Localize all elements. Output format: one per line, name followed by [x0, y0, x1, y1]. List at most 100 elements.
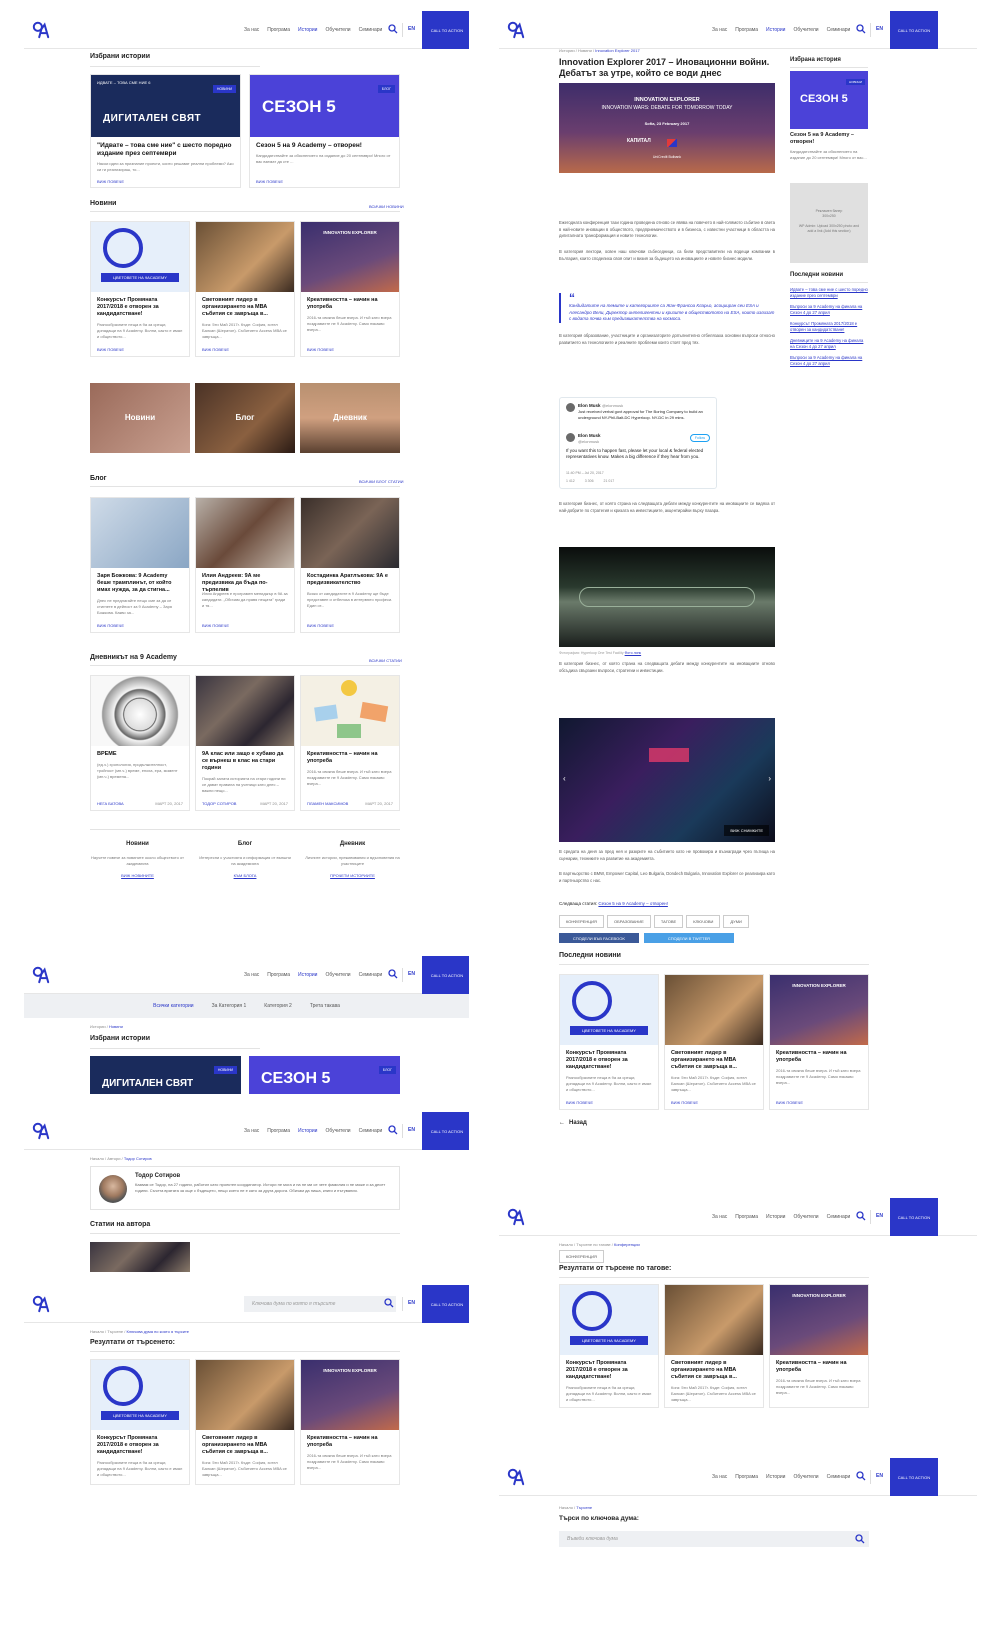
reply-count[interactable]: 1 412 — [566, 479, 575, 483]
nav-item-stories[interactable]: Истории — [298, 972, 317, 978]
breadcrumb-link[interactable]: Начало — [559, 1505, 573, 1510]
nav-item-about[interactable]: За нас — [712, 1474, 727, 1480]
nav-item-seminars[interactable]: Семинари — [359, 972, 383, 978]
search-icon[interactable] — [855, 1534, 865, 1544]
nav-item-about[interactable]: За нас — [244, 1128, 259, 1134]
nav-item-stories[interactable]: Истории — [298, 1128, 317, 1134]
logo-9academy-icon[interactable] — [507, 21, 525, 39]
language-switch[interactable]: EN — [876, 26, 883, 32]
logo-9academy-icon[interactable] — [32, 1295, 50, 1313]
nav-item-trainers[interactable]: Обучители — [793, 1474, 818, 1480]
nav-item-trainers[interactable]: Обучители — [325, 27, 350, 33]
tab-category-2[interactable]: Категория 2 — [264, 1003, 292, 1009]
diary-card[interactable]: 9А клас или защо е хубаво да се върнеш в… — [195, 675, 295, 811]
sidebar-latest-item[interactable]: Идвате – това сме ние с шесто поредно из… — [790, 287, 868, 299]
search-input[interactable]: Ключова дума по която я търсите — [244, 1296, 396, 1312]
nav-item-program[interactable]: Програма — [267, 1128, 290, 1134]
tab-category-1[interactable]: За Категория 1 — [212, 1003, 247, 1009]
read-more-link[interactable]: ВИЖ ПОВЕЧЕ — [307, 347, 334, 352]
nav-item-stories[interactable]: Истории — [766, 27, 785, 33]
next-article-link[interactable]: Сезон 5 на 9 Academy – отворен! — [598, 901, 667, 906]
nav-item-seminars[interactable]: Семинари — [827, 27, 851, 33]
nav-item-program[interactable]: Програма — [735, 1474, 758, 1480]
read-more-link[interactable]: ВИЖ ПОВЕЧЕ — [97, 347, 124, 352]
sidebar-card-title[interactable]: Сезон 5 на 9 Academy – отворен! — [790, 132, 868, 146]
footer-col-link[interactable]: КЪМ БЛОГА — [198, 873, 293, 878]
view-photos-button[interactable]: ВИЖ СНИМКИТЕ — [724, 825, 769, 836]
footer-col-link[interactable]: ВИЖ НОВИНИТЕ — [90, 873, 185, 878]
read-more-link[interactable]: ВИЖ ПОВЕЧЕ — [202, 347, 229, 352]
news-card[interactable]: ЦВЕТОВЕТЕ НА 9ACADEMY Конкурсът Промянат… — [90, 221, 190, 357]
search-icon[interactable] — [856, 1211, 866, 1221]
nav-item-about[interactable]: За нас — [712, 1214, 727, 1220]
like-count[interactable]: 21 017 — [604, 479, 615, 483]
keyword-input[interactable]: Въведи ключова дума — [559, 1531, 869, 1547]
call-to-action-button[interactable]: CALL TO ACTION — [422, 1285, 469, 1323]
author-link[interactable]: НЕГА БАТОВА — [97, 801, 124, 806]
nav-item-seminars[interactable]: Семинари — [827, 1214, 851, 1220]
logo-9academy-icon[interactable] — [32, 21, 50, 39]
logo-9academy-icon[interactable] — [32, 966, 50, 984]
result-card[interactable]: Световният лидер в организирането на МВА… — [664, 1284, 764, 1408]
result-card[interactable]: INNOVATION EXPLORER Креативността – начи… — [769, 1284, 869, 1408]
language-switch[interactable]: EN — [876, 1213, 883, 1219]
embedded-tweet[interactable]: Elon Musk @elonmusk Just received verbal… — [559, 397, 717, 489]
caption-link[interactable]: Фото линк — [625, 651, 641, 655]
call-to-action-button[interactable]: CALL TO ACTION — [422, 11, 469, 49]
breadcrumb-link[interactable]: Начало — [90, 1329, 104, 1334]
prev-arrow-icon[interactable]: ‹ — [563, 774, 566, 783]
blog-card[interactable]: Илия Андреев: 9А ме предизвика да бъда п… — [195, 497, 295, 633]
logo-9academy-icon[interactable] — [32, 1122, 50, 1140]
active-tag[interactable]: КОНФЕРЕНЦИЯ — [559, 1250, 604, 1263]
breadcrumb-link[interactable]: Начало — [90, 1156, 104, 1161]
author-link[interactable]: ТОДОР СОТИРОВ — [202, 801, 236, 806]
blog-card[interactable]: Костадинка Аратлъкова: 9А е предизвикате… — [300, 497, 400, 633]
blog-card[interactable]: Заря Божкова: 9 Academy беше трамплинът,… — [90, 497, 190, 633]
call-to-action-button[interactable]: CALL TO ACTION — [422, 1112, 469, 1150]
breadcrumb-link[interactable]: Начало — [559, 1242, 573, 1247]
breadcrumb-link[interactable]: Търсене — [107, 1329, 123, 1334]
search-icon[interactable] — [856, 1471, 866, 1481]
news-card[interactable]: Световният лидер в организирането на МВА… — [664, 974, 764, 1110]
read-more-link[interactable]: ВИЖ ПОВЕЧЕ — [671, 1100, 698, 1105]
read-more-link[interactable]: ВИЖ ПОВЕЧЕ — [566, 1100, 593, 1105]
share-twitter-button[interactable]: СПОДЕЛИ В TWITTER — [644, 933, 734, 943]
call-to-action-button[interactable]: CALL TO ACTION — [890, 11, 938, 49]
sidebar-featured-image[interactable]: СЕЗОН 5 НОВИНИ — [790, 71, 868, 129]
category-tile-news[interactable]: Новини — [90, 383, 190, 453]
news-card[interactable]: Световният лидер в организирането на МВА… — [195, 221, 295, 357]
breadcrumb-link[interactable]: Автори — [107, 1156, 120, 1161]
read-more-link[interactable]: ВИЖ ПОВЕЧЕ — [97, 623, 124, 628]
footer-col-link[interactable]: ПРОЧЕТИ ИСТОРИИТЕ — [305, 873, 400, 878]
ad-banner[interactable]: Рекламен банер 300x250 WP Admin: Upload … — [790, 183, 868, 263]
diary-card[interactable]: Креативността – начин на употреба 2016-т… — [300, 675, 400, 811]
news-card[interactable]: INNOVATION EXPLORER Креативността – начи… — [769, 974, 869, 1110]
tag[interactable]: ДУМИ — [723, 915, 749, 928]
tag[interactable]: КОНФЕРЕНЦИЯ — [559, 915, 604, 928]
news-card[interactable]: INNOVATION EXPLORER Креативността – начи… — [300, 221, 400, 357]
read-more-link[interactable]: ВИЖ ПОВЕЧЕ — [256, 179, 283, 184]
nav-item-stories[interactable]: Истории — [766, 1474, 785, 1480]
featured-card[interactable]: СЕЗОН 5 БЛОГ — [249, 1056, 400, 1094]
all-blog-link[interactable]: ВСИЧКИ БЛОГ СТАТИИ — [359, 479, 404, 484]
tag[interactable]: ОБРАЗОВАНИЕ — [606, 915, 651, 928]
back-link[interactable]: ← Назад — [559, 1120, 587, 1126]
result-card[interactable]: ЦВЕТОВЕТЕ НА 9ACADEMY Конкурсът Промянат… — [90, 1359, 190, 1485]
nav-item-about[interactable]: За нас — [712, 27, 727, 33]
nav-item-program[interactable]: Програма — [735, 27, 758, 33]
search-icon[interactable] — [388, 1125, 398, 1135]
breadcrumb-link[interactable]: Истории — [559, 48, 575, 53]
nav-item-about[interactable]: За нас — [244, 972, 259, 978]
nav-item-about[interactable]: За нас — [244, 27, 259, 33]
result-card[interactable]: ЦВЕТОВЕТЕ НА 9ACADEMY Конкурсът Промянат… — [559, 1284, 659, 1408]
result-card[interactable]: INNOVATION EXPLORER Креативността – начи… — [300, 1359, 400, 1485]
news-card[interactable]: ЦВЕТОВЕТЕ НА 9ACADEMY Конкурсът Промянат… — [559, 974, 659, 1110]
category-tile-diary[interactable]: Дневник — [300, 383, 400, 453]
read-more-link[interactable]: ВИЖ ПОВЕЧЕ — [202, 623, 229, 628]
nav-item-program[interactable]: Програма — [267, 27, 290, 33]
breadcrumb-link[interactable]: Новини — [578, 48, 592, 53]
nav-item-seminars[interactable]: Семинари — [827, 1474, 851, 1480]
sidebar-latest-item[interactable]: Въпроси за 9 Academy на финала на Сезон … — [790, 355, 868, 367]
nav-item-trainers[interactable]: Обучители — [793, 1214, 818, 1220]
language-switch[interactable]: EN — [408, 971, 415, 977]
